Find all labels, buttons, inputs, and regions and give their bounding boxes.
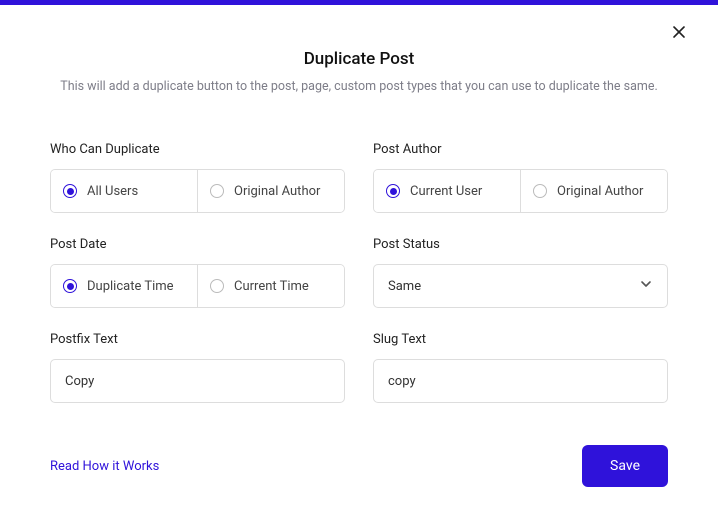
radio-label: Current User — [410, 184, 482, 199]
postfix-text-label: Postfix Text — [50, 332, 345, 347]
radio-label: Current Time — [234, 279, 309, 294]
who-can-duplicate-radios: All Users Original Author — [50, 169, 345, 213]
post-date-radios: Duplicate Time Current Time — [50, 264, 345, 308]
post-status-select[interactable]: Same — [373, 264, 668, 308]
chevron-down-icon — [639, 277, 653, 295]
page-subtitle: This will add a duplicate button to the … — [0, 79, 718, 94]
who-can-duplicate-all-users[interactable]: All Users — [51, 170, 197, 212]
close-icon — [672, 24, 686, 43]
post-date-duplicate-time[interactable]: Duplicate Time — [51, 265, 197, 307]
who-can-duplicate-original-author[interactable]: Original Author — [197, 170, 344, 212]
top-accent-bar — [0, 0, 718, 5]
slug-text-input[interactable] — [373, 359, 668, 403]
read-how-it-works-link[interactable]: Read How it Works — [50, 459, 159, 474]
post-date-label: Post Date — [50, 237, 345, 252]
radio-icon — [63, 184, 77, 198]
slug-text-group: Slug Text — [373, 332, 668, 403]
who-can-duplicate-group: Who Can Duplicate All Users Original Aut… — [50, 142, 345, 213]
slug-text-label: Slug Text — [373, 332, 668, 347]
radio-label: Original Author — [557, 184, 643, 199]
post-author-group: Post Author Current User Original Author — [373, 142, 668, 213]
post-status-label: Post Status — [373, 237, 668, 252]
radio-label: Original Author — [234, 184, 320, 199]
radio-icon — [63, 279, 77, 293]
post-author-original-author[interactable]: Original Author — [520, 170, 667, 212]
select-value: Same — [388, 279, 421, 294]
radio-label: Duplicate Time — [87, 279, 174, 294]
radio-icon — [386, 184, 400, 198]
post-date-current-time[interactable]: Current Time — [197, 265, 344, 307]
close-button[interactable] — [670, 24, 688, 42]
post-status-group: Post Status Same — [373, 237, 668, 308]
post-author-radios: Current User Original Author — [373, 169, 668, 213]
radio-icon — [533, 184, 547, 198]
postfix-text-input[interactable] — [50, 359, 345, 403]
radio-label: All Users — [87, 184, 138, 199]
radio-icon — [210, 184, 224, 198]
post-author-label: Post Author — [373, 142, 668, 157]
post-date-group: Post Date Duplicate Time Current Time — [50, 237, 345, 308]
post-author-current-user[interactable]: Current User — [374, 170, 520, 212]
save-button[interactable]: Save — [582, 445, 668, 487]
who-can-duplicate-label: Who Can Duplicate — [50, 142, 345, 157]
radio-icon — [210, 279, 224, 293]
postfix-text-group: Postfix Text — [50, 332, 345, 403]
page-title: Duplicate Post — [0, 49, 718, 69]
